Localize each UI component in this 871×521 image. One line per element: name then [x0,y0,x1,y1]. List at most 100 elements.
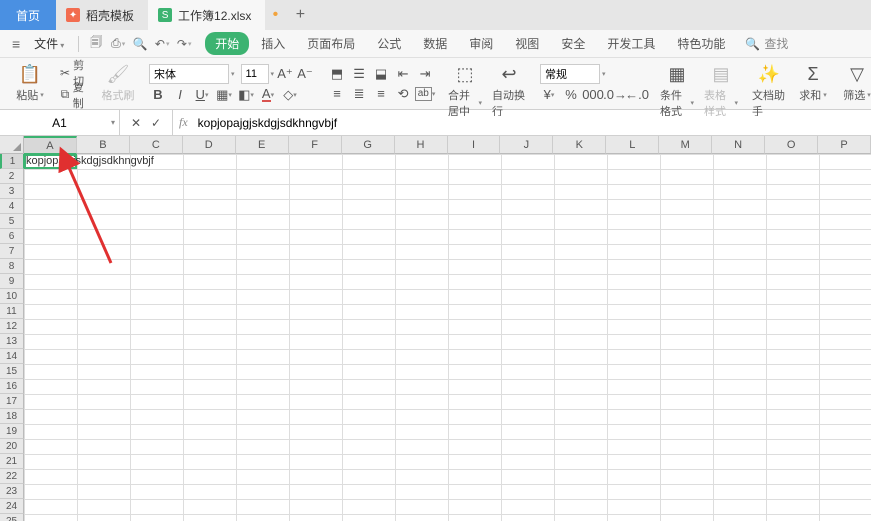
align-middle-icon[interactable]: ☰ [350,65,368,83]
col-header-G[interactable]: G [342,136,395,154]
indent-decrease-icon[interactable]: ⇤ [394,65,412,83]
row-header-18[interactable]: 18 [0,409,24,424]
ribbon-tab-security[interactable]: 安全 [551,32,595,55]
row-header-3[interactable]: 3 [0,184,24,199]
col-header-O[interactable]: O [765,136,818,154]
col-header-M[interactable]: M [659,136,712,154]
align-center-icon[interactable]: ≣ [350,85,368,103]
row-header-24[interactable]: 24 [0,499,24,514]
row-header-25[interactable]: 25 [0,514,24,521]
ribbon-tab-view[interactable]: 视图 [505,32,549,55]
number-format-select[interactable] [540,64,600,84]
name-box[interactable] [25,116,95,130]
fill-color-button[interactable]: ◧▾ [237,86,255,104]
row-header-23[interactable]: 23 [0,484,24,499]
row-header-12[interactable]: 12 [0,319,24,334]
row-header-9[interactable]: 9 [0,274,24,289]
row-header-6[interactable]: 6 [0,229,24,244]
col-header-J[interactable]: J [500,136,553,154]
row-header-15[interactable]: 15 [0,364,24,379]
col-header-C[interactable]: C [130,136,183,154]
filter-button[interactable]: ▽筛选▾ [840,63,871,103]
qat-preview-icon[interactable]: 🔍 [131,35,149,53]
row-header-21[interactable]: 21 [0,454,24,469]
row-header-5[interactable]: 5 [0,214,24,229]
formula-input[interactable] [194,116,871,130]
table-style-button[interactable]: ▤表格样式▾ [704,63,738,119]
col-header-K[interactable]: K [553,136,606,154]
paste-button[interactable]: 📋 粘贴▾ [13,63,47,103]
row-header-8[interactable]: 8 [0,259,24,274]
col-header-L[interactable]: L [606,136,659,154]
cancel-edit-button[interactable]: ✕ [128,115,144,131]
clear-format-button[interactable]: ◇▾ [281,86,299,104]
row-header-16[interactable]: 16 [0,379,24,394]
align-top-icon[interactable]: ⬒ [328,65,346,83]
qat-save-icon[interactable]: 🗐 [87,35,105,53]
qat-undo-icon[interactable]: ↶▾ [153,35,171,53]
increase-font-icon[interactable]: A⁺ [276,65,294,83]
search-button[interactable]: 🔍 查找 [745,35,788,52]
ribbon-tab-insert[interactable]: 插入 [251,32,295,55]
row-header-22[interactable]: 22 [0,469,24,484]
orientation-icon[interactable]: ⟲ [394,85,412,103]
decrease-decimal-icon[interactable]: ←.0 [628,86,646,104]
wrap-text-button[interactable]: ↩自动换行 [492,63,526,119]
col-header-A[interactable]: A [24,136,77,154]
row-header-19[interactable]: 19 [0,424,24,439]
ribbon-tab-devtools[interactable]: 开发工具 [597,32,665,55]
name-box-drop[interactable]: ▾ [111,118,115,127]
ribbon-tab-start[interactable]: 开始 [205,32,249,55]
indent-increase-icon[interactable]: ⇥ [416,65,434,83]
confirm-edit-button[interactable]: ✓ [148,115,164,131]
tab-workbook[interactable]: S 工作簿12.xlsx [148,0,265,30]
align-right-icon[interactable]: ≡ [372,85,390,103]
col-header-D[interactable]: D [183,136,236,154]
select-all-corner[interactable] [0,136,24,154]
italic-button[interactable]: I [171,86,189,104]
underline-button[interactable]: U▾ [193,86,211,104]
col-header-N[interactable]: N [712,136,765,154]
tab-templates[interactable]: ✦ 稻壳模板 [56,0,148,30]
col-header-I[interactable]: I [448,136,501,154]
row-header-11[interactable]: 11 [0,304,24,319]
thousands-icon[interactable]: 000 [584,86,602,104]
doc-assistant-button[interactable]: ✨文档助手 [752,63,786,119]
ribbon-tab-review[interactable]: 审阅 [459,32,503,55]
row-header-4[interactable]: 4 [0,199,24,214]
col-header-E[interactable]: E [236,136,289,154]
font-size-input[interactable] [241,64,269,84]
col-header-H[interactable]: H [395,136,448,154]
row-header-1[interactable]: 1 [0,154,24,169]
row-header-14[interactable]: 14 [0,349,24,364]
ribbon-tab-formula[interactable]: 公式 [367,32,411,55]
align-left-icon[interactable]: ≡ [328,85,346,103]
decrease-font-icon[interactable]: A⁻ [296,65,314,83]
tab-home[interactable]: 首页 [0,0,56,30]
align-bottom-icon[interactable]: ⬓ [372,65,390,83]
ribbon-tab-features[interactable]: 特色功能 [667,32,735,55]
currency-icon[interactable]: ¥▾ [540,86,558,104]
conditional-format-button[interactable]: ▦条件格式▾ [660,63,694,119]
col-header-F[interactable]: F [289,136,342,154]
bold-button[interactable]: B [149,86,167,104]
percent-icon[interactable]: % [562,86,580,104]
number-format-drop[interactable]: ▾ [602,70,606,78]
copy-button[interactable]: ⧉复制 [57,85,91,105]
row-header-17[interactable]: 17 [0,394,24,409]
file-menu[interactable]: 文件▾ [28,35,70,52]
border-button[interactable]: ▦▾ [215,86,233,104]
text-direction-icon[interactable]: ab▾ [416,85,434,103]
row-header-2[interactable]: 2 [0,169,24,184]
row-header-7[interactable]: 7 [0,244,24,259]
font-size-drop[interactable]: ▾ [271,70,275,78]
font-name-drop[interactable]: ▾ [231,70,235,78]
merge-center-button[interactable]: ⬚合并居中▾ [448,63,482,119]
font-name-input[interactable] [149,64,229,84]
qat-redo-icon[interactable]: ↷▾ [175,35,193,53]
increase-decimal-icon[interactable]: .0→ [606,86,624,104]
row-header-10[interactable]: 10 [0,289,24,304]
col-header-P[interactable]: P [818,136,871,154]
row-header-13[interactable]: 13 [0,334,24,349]
font-color-button[interactable]: A▾ [259,86,277,104]
